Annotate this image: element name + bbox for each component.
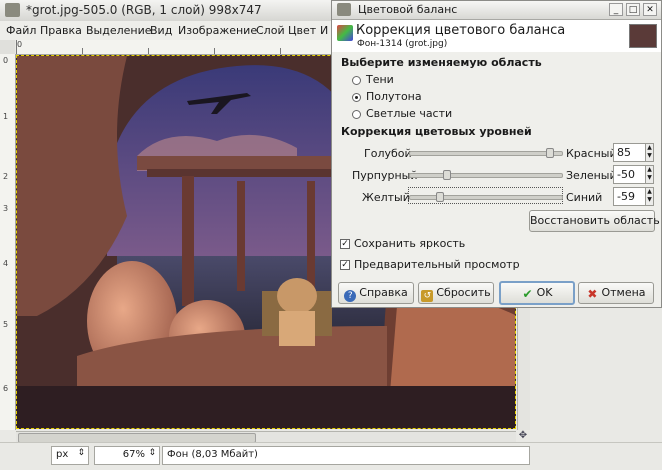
checkmark-icon: ✔	[522, 287, 533, 301]
ruler-corner[interactable]	[0, 40, 15, 54]
magenta-green-slider[interactable]	[409, 173, 563, 178]
help-icon: ?	[344, 290, 357, 302]
ruler-left-label: 1	[3, 112, 9, 121]
menu-file[interactable]: Файл	[6, 24, 36, 37]
preserve-luminosity-label[interactable]: Сохранить яркость	[354, 237, 465, 250]
cancel-x-icon: ✖	[587, 287, 598, 301]
color-balance-dialog: Цветовой баланс _ □ ✕ Коррекция цветовог…	[331, 0, 662, 308]
dialog-subheading: Фон-1314 (grot.jpg)	[357, 39, 448, 49]
dialog-title: Цветовой баланс	[358, 3, 458, 16]
ruler-left-label: 0	[3, 56, 9, 65]
cancel-button-label: Отмена	[601, 286, 646, 299]
dialog-header: Коррекция цветового баланса Фон-1314 (gr…	[332, 20, 661, 52]
help-button-label: Справка	[359, 286, 408, 299]
reset-icon: ↺	[421, 290, 434, 302]
menu-tools-partial[interactable]: И	[320, 24, 328, 37]
color-balance-icon	[337, 25, 353, 41]
ruler-left[interactable]: 0 1 2 3 4 5 6	[0, 54, 16, 430]
unit-value: px	[56, 449, 69, 460]
menu-view[interactable]: Вид	[150, 24, 172, 37]
levels-section-title: Коррекция цветовых уровней	[341, 125, 532, 138]
radio-highlights-label[interactable]: Светлые части	[366, 107, 452, 120]
reset-button-label: Сбросить	[436, 286, 491, 299]
ruler-left-label: 4	[3, 259, 9, 268]
chevron-updown-icon: ⇕	[77, 448, 85, 458]
menu-select[interactable]: Выделение	[86, 24, 152, 37]
ruler-left-label: 6	[3, 384, 9, 393]
chevron-updown-icon: ⇕	[148, 448, 156, 458]
slider-magenta-label: Пурпурный	[352, 169, 418, 182]
slider-green-label: Зеленый	[566, 169, 617, 182]
slider-blue-label: Синий	[566, 191, 603, 204]
preserve-luminosity-checkbox[interactable]: ✓	[340, 239, 350, 249]
unit-selector[interactable]: px ⇕	[51, 446, 89, 465]
radio-midtones-label[interactable]: Полутона	[366, 90, 422, 103]
yellow-blue-slider-thumb[interactable]	[436, 192, 445, 202]
dialog-titlebar[interactable]: Цветовой баланс _ □ ✕	[332, 1, 661, 20]
ok-button[interactable]: ✔ OK	[499, 281, 575, 305]
layer-info-field: Фон (8,03 Мбайт)	[162, 446, 530, 465]
zoom-value: 67%	[122, 449, 145, 460]
magenta-green-slider-thumb[interactable]	[443, 170, 451, 180]
cancel-button[interactable]: ✖ Отмена	[578, 282, 654, 304]
cyan-red-spin-buttons[interactable]: ▲ ▼	[645, 143, 654, 162]
cyan-red-slider-thumb[interactable]	[545, 148, 554, 158]
gimp-app-icon	[337, 3, 351, 16]
radio-midtones-indicator[interactable]	[352, 93, 361, 102]
image-thumbnail	[629, 24, 657, 48]
radio-shadows-indicator[interactable]	[352, 76, 361, 85]
minimize-button[interactable]: _	[609, 3, 623, 16]
maximize-button[interactable]: □	[626, 3, 640, 16]
yellow-blue-slider[interactable]	[409, 195, 563, 200]
ruler-left-label: 5	[3, 320, 9, 329]
yellow-blue-spin-buttons[interactable]: ▲ ▼	[645, 187, 654, 206]
cyan-red-slider[interactable]	[409, 151, 563, 156]
magenta-green-spin-buttons[interactable]: ▲ ▼	[645, 165, 654, 184]
layer-info-text: Фон (8,03 Мбайт)	[167, 449, 258, 460]
ruler-left-label: 2	[3, 172, 9, 181]
gimp-app-icon	[5, 3, 20, 17]
slider-yellow-label: Желтый	[362, 191, 410, 204]
menu-image[interactable]: Изображение	[178, 24, 257, 37]
dialog-heading: Коррекция цветового баланса	[356, 23, 566, 38]
ruler-top-label: 0	[17, 40, 23, 49]
navigate-icon[interactable]: ✥	[517, 430, 529, 442]
zoom-selector[interactable]: 67% ⇕	[94, 446, 160, 465]
help-button[interactable]: ? Справка	[338, 282, 414, 304]
radio-shadows-label[interactable]: Тени	[366, 73, 394, 86]
image-window-title: *grot.jpg-505.0 (RGB, 1 слой) 998x747	[26, 3, 262, 17]
menu-layer[interactable]: Слой	[256, 24, 285, 37]
menu-edit[interactable]: Правка	[40, 24, 82, 37]
reset-range-button[interactable]: Восстановить область	[529, 210, 660, 232]
ok-button-label: OK	[536, 286, 553, 299]
preview-label[interactable]: Предварительный просмотр	[354, 258, 520, 271]
radio-highlights-indicator[interactable]	[352, 110, 361, 119]
reset-button[interactable]: ↺ Сбросить	[418, 282, 494, 304]
ruler-left-label: 3	[3, 204, 9, 213]
slider-red-label: Красный	[566, 147, 617, 160]
menu-color[interactable]: Цвет	[288, 24, 316, 37]
preview-checkbox[interactable]: ✓	[340, 260, 350, 270]
close-button[interactable]: ✕	[643, 3, 657, 16]
range-section-title: Выберите изменяемую область	[341, 56, 542, 69]
slider-cyan-label: Голубой	[364, 147, 412, 160]
